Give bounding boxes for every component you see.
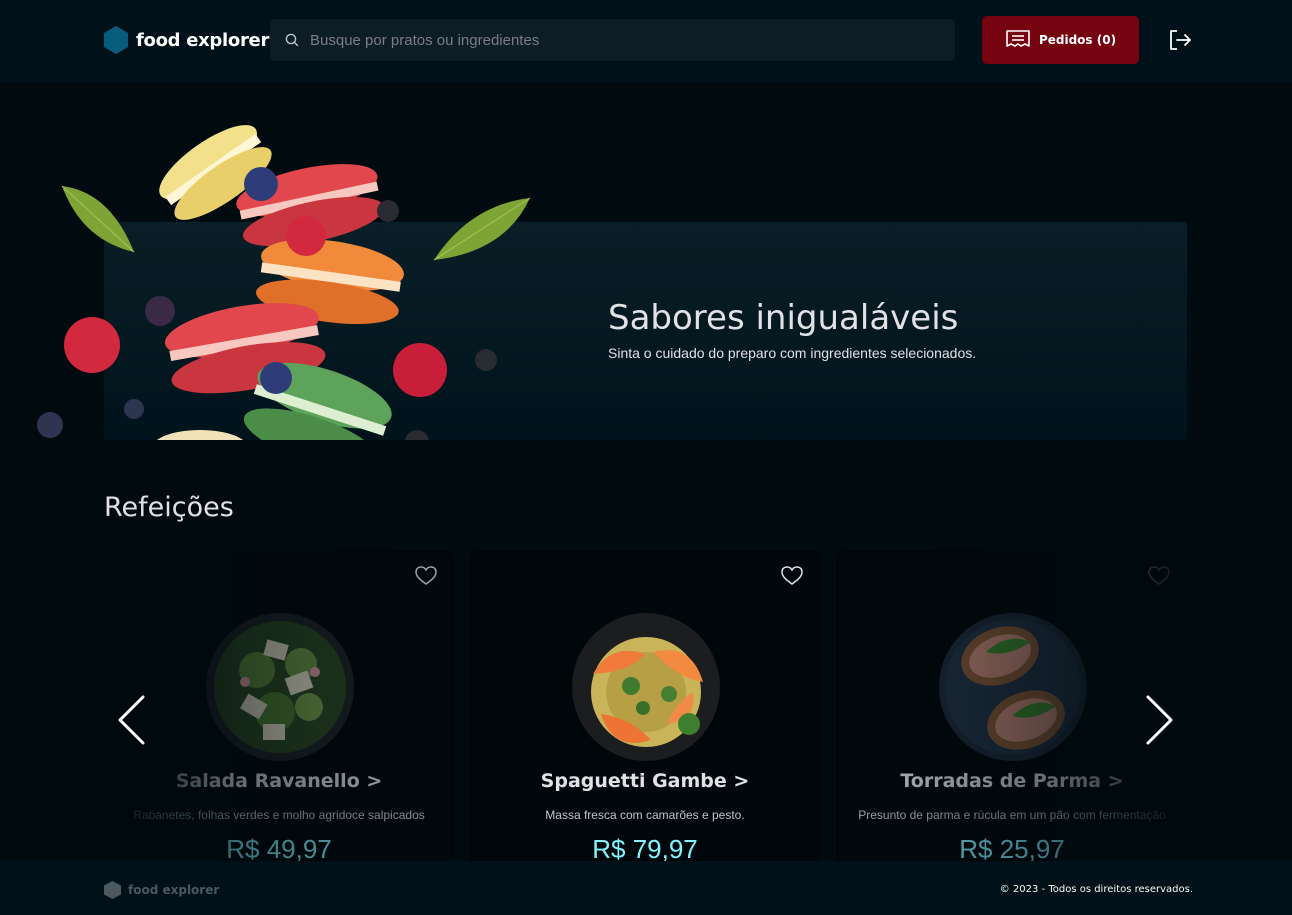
search-input[interactable] xyxy=(310,31,955,49)
copyright-text: © 2023 - Todos os direitos reservados. xyxy=(999,884,1193,895)
dish-description: Presunto de parma e rúcula em um pão com… xyxy=(858,808,1166,822)
orders-label: Pedidos (0) xyxy=(1038,33,1117,47)
chevron-left-icon[interactable] xyxy=(117,694,147,746)
hexagon-logo-icon xyxy=(104,881,121,899)
dish-description: Rabanetes, folhas verdes e molho agridoc… xyxy=(133,808,425,822)
sign-out-icon[interactable] xyxy=(1167,27,1193,53)
dish-description: Massa fresca com camarões e pesto. xyxy=(545,808,745,822)
heart-icon[interactable] xyxy=(1148,566,1170,586)
spaghetti-dish-image xyxy=(572,613,720,761)
footer-logo: food explorer xyxy=(104,881,219,899)
receipt-icon xyxy=(1006,30,1030,47)
logo[interactable]: food explorer xyxy=(104,26,269,54)
footer: food explorer © 2023 - Todos os direitos… xyxy=(0,861,1292,915)
banner-title: Sabores inigualáveis xyxy=(608,298,959,338)
section-title: Refeições xyxy=(104,492,234,523)
dish-name[interactable]: Spaguetti Gambe > xyxy=(471,770,819,792)
search-icon xyxy=(285,33,299,47)
chevron-right-icon[interactable] xyxy=(1144,694,1174,746)
dish-name[interactable]: Salada Ravanello > xyxy=(105,770,453,792)
hexagon-logo-icon xyxy=(104,26,128,54)
heart-icon[interactable] xyxy=(415,566,437,586)
footer-logo-text: food explorer xyxy=(128,883,220,897)
salad-dish-image xyxy=(206,613,354,761)
heart-icon[interactable] xyxy=(781,566,803,586)
dish-card[interactable]: Salada Ravanello > Rabanetes, folhas ver… xyxy=(104,551,454,881)
search-bar[interactable] xyxy=(270,19,955,61)
dish-card[interactable]: Torradas de Parma > Presunto de parma e … xyxy=(837,551,1187,881)
header: food explorer Pedidos (0) xyxy=(0,0,1292,82)
logo-text: food explorer xyxy=(136,29,270,51)
dish-card[interactable]: Spaguetti Gambe > Massa fresca com camar… xyxy=(470,551,820,881)
toast-dish-image xyxy=(939,613,1087,761)
dish-name[interactable]: Torradas de Parma > xyxy=(838,770,1186,792)
orders-button[interactable]: Pedidos (0) xyxy=(982,16,1139,64)
banner-subtitle: Sinta o cuidado do preparo com ingredien… xyxy=(608,345,977,361)
